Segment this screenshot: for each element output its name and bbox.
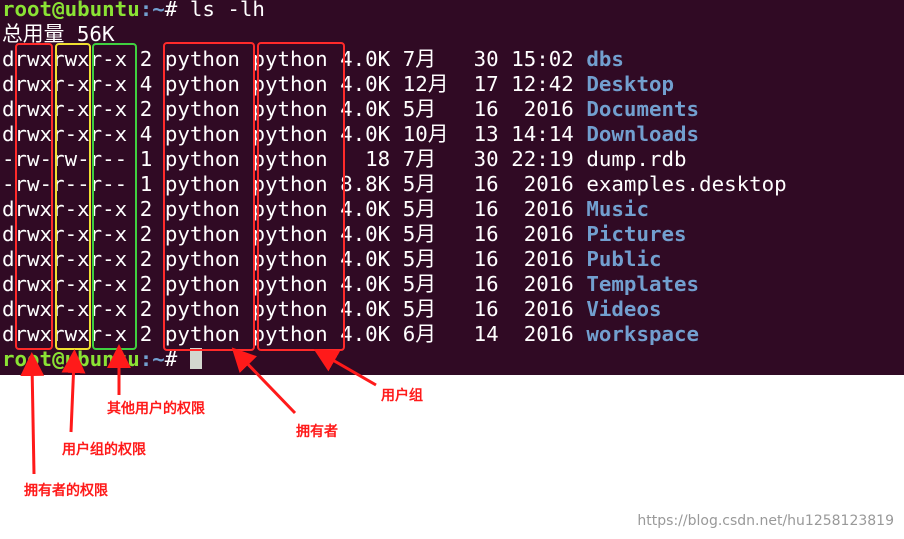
watermark: https://blog.csdn.net/hu1258123819 (637, 513, 894, 529)
label-other-permission: 其他用户的权限 (107, 401, 205, 417)
label-owner: 拥有者 (296, 424, 338, 440)
label-group: 用户组 (381, 388, 423, 404)
annotation-arrows (20, 344, 377, 475)
arrow-group-permission (61, 349, 86, 433)
label-group-permission: 用户组的权限 (62, 442, 146, 458)
arrow-owner (231, 347, 297, 415)
label-owner-permission: 拥有者的权限 (24, 483, 108, 499)
arrow-owner-permission (20, 352, 45, 475)
arrow-group (313, 349, 377, 387)
